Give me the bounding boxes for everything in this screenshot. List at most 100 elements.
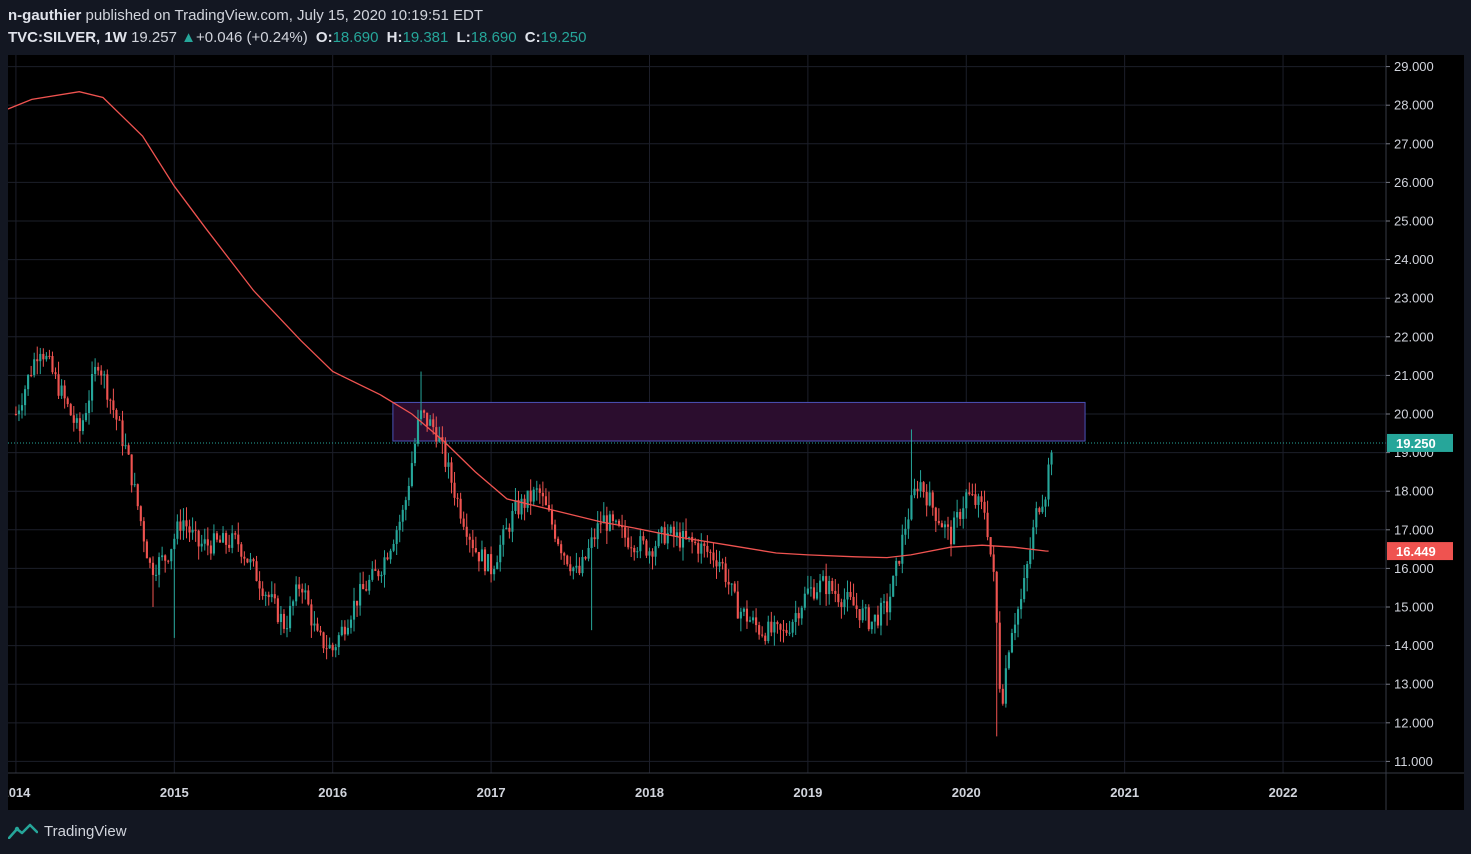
candle-up <box>526 490 529 508</box>
candle-down <box>72 415 75 423</box>
candle-down <box>508 527 511 532</box>
candle-up <box>962 508 965 519</box>
tradingview-logo-icon[interactable] <box>8 823 38 839</box>
candle-up <box>161 555 164 558</box>
candle-up <box>1041 506 1044 513</box>
candle-up <box>212 533 215 554</box>
candle-up <box>636 551 639 553</box>
x-tick-label: 2018 <box>635 785 664 800</box>
candle-up <box>340 626 343 636</box>
candle-up <box>288 605 292 629</box>
candle-up <box>313 623 316 626</box>
candle-up <box>27 375 30 390</box>
candlestick-chart[interactable]: 29.000 28.000 27.000 26.000 25.000 24.000 23.0… <box>8 55 1464 810</box>
candle-up <box>681 530 685 548</box>
candle-up <box>892 575 895 597</box>
candle-down <box>468 536 471 540</box>
candle-up <box>87 400 91 414</box>
candle-up <box>398 521 401 531</box>
candle-down <box>684 530 688 538</box>
candle-up <box>864 607 867 609</box>
candle-up <box>907 519 910 529</box>
candle-up <box>809 587 812 589</box>
candle-up <box>1023 578 1026 600</box>
candle-down <box>51 356 54 373</box>
candle-down <box>240 544 243 557</box>
candle-down <box>758 625 761 635</box>
candle-down <box>645 540 648 556</box>
candle-down <box>63 385 66 399</box>
candle-down <box>218 539 222 543</box>
candle-down <box>599 523 602 525</box>
candle-up <box>75 418 78 423</box>
candle-up <box>1026 564 1029 579</box>
candle-up <box>1007 652 1010 669</box>
candle-down <box>697 543 700 554</box>
candle-up <box>1044 499 1047 507</box>
candle-up <box>904 528 907 535</box>
candle-up <box>359 584 362 606</box>
candle-down <box>194 529 197 531</box>
candle-down <box>112 400 115 410</box>
candle-up <box>535 488 538 490</box>
author-name[interactable]: n-gauthier <box>8 7 81 24</box>
candle-up <box>392 543 395 551</box>
candle-down <box>703 543 706 546</box>
chart-area[interactable]: 29.000 28.000 27.000 26.000 25.000 24.000 23.0… <box>8 55 1464 810</box>
candle-up <box>669 526 672 533</box>
candle-down <box>974 494 977 505</box>
candle-down <box>237 534 240 545</box>
candle-down <box>971 494 974 496</box>
candle-up <box>901 534 904 564</box>
candle-up <box>788 632 791 634</box>
publication-line: n-gauthier published on TradingView.com,… <box>8 6 587 26</box>
y-tick-label: 18.000 <box>1394 484 1434 499</box>
candle-up <box>416 419 420 444</box>
candle-down <box>550 510 554 525</box>
symbol-label[interactable]: TVC:SILVER, 1W <box>8 29 127 46</box>
candle-up <box>94 366 97 374</box>
candle-down <box>243 556 246 559</box>
candle-up <box>614 520 618 522</box>
candle-up <box>380 574 383 577</box>
candle-down <box>365 589 368 591</box>
candle-up <box>200 543 203 547</box>
candle-down <box>706 545 709 552</box>
candle-up <box>124 445 127 447</box>
candle-up <box>383 557 386 575</box>
candle-up <box>657 532 660 547</box>
candle-up <box>748 620 752 622</box>
candle-down <box>721 561 724 564</box>
candle-down <box>678 532 682 548</box>
candle-down <box>215 533 219 540</box>
candle-down <box>483 549 487 572</box>
candle-up <box>822 576 825 581</box>
candle-up <box>410 463 413 487</box>
candle-down <box>538 488 541 493</box>
candle-up <box>1010 633 1014 653</box>
candle-down <box>310 604 313 626</box>
candle-up <box>870 621 873 630</box>
candle-down <box>426 412 429 426</box>
candle-down <box>261 588 264 597</box>
candle-down <box>630 547 633 549</box>
candle-down <box>130 454 133 486</box>
moving-average-line <box>8 91 1049 559</box>
candle-up <box>1020 599 1023 610</box>
candle-down <box>837 593 840 603</box>
candle-down <box>569 564 572 572</box>
candle-down <box>167 560 170 562</box>
candle-up <box>496 562 499 570</box>
brand-name[interactable]: TradingView <box>44 823 127 840</box>
last-price-tag-label: 19.250 <box>1396 436 1436 451</box>
candle-down <box>946 524 950 527</box>
candle-up <box>943 524 947 528</box>
candle-down <box>840 602 843 607</box>
y-tick-label: 11.000 <box>1394 754 1433 769</box>
candle-up <box>910 495 913 520</box>
low-label: L: <box>456 29 471 46</box>
close-label: C: <box>524 29 541 46</box>
candle-down <box>273 594 276 599</box>
candle-down <box>727 581 730 585</box>
candle-down <box>770 621 773 633</box>
